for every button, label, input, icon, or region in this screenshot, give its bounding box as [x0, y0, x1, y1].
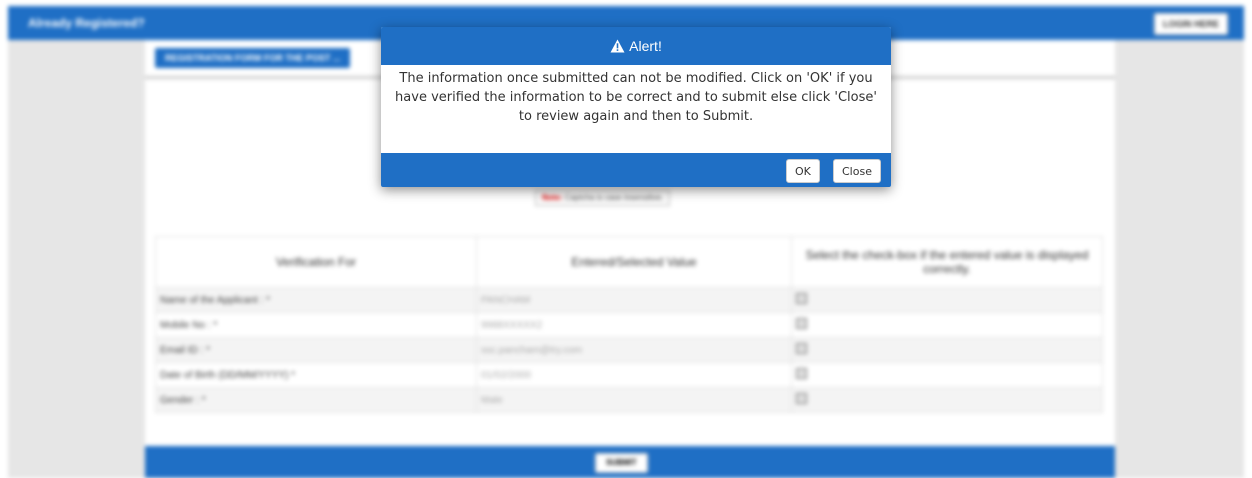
row-value: PANCHAM	[476, 287, 792, 313]
captcha-note: Note: Captcha is case insensitive.	[535, 190, 671, 206]
table-row: Email ID : * ssc.pancham@try.com	[155, 337, 1103, 363]
verify-checkbox[interactable]	[796, 318, 807, 329]
modal-title: Alert!	[629, 38, 662, 54]
ok-button[interactable]: OK	[786, 159, 820, 183]
table-header-row: Verification For Entered/Selected Value …	[155, 236, 1103, 288]
alert-modal: Alert! The information once submitted ca…	[381, 27, 891, 187]
verify-checkbox[interactable]	[796, 343, 807, 354]
captcha-note-label: Note:	[542, 193, 563, 202]
modal-message: The information once submitted can not b…	[395, 71, 877, 124]
submit-button[interactable]: SUBMIT	[595, 453, 648, 473]
row-label: Email ID : *	[155, 337, 477, 363]
registration-form-tab[interactable]: REGISTRATION FORM FOR THE POST ...	[155, 48, 351, 68]
row-label: Name of the Applicant : *	[155, 287, 477, 313]
row-value: 9988XXXXX2	[476, 312, 792, 338]
row-label: Gender : *	[155, 387, 477, 413]
submit-bar: SUBMIT	[145, 446, 1115, 478]
modal-header: Alert!	[381, 27, 891, 65]
row-value: 01/02/2000	[476, 362, 792, 388]
modal-footer: OK Close	[381, 153, 891, 187]
login-here-button[interactable]: LOGIN HERE	[1153, 13, 1228, 35]
table-row: Mobile No : * 9988XXXXX2	[155, 312, 1103, 338]
column-header: Verification For	[155, 236, 477, 288]
table-row: Name of the Applicant : * PANCHAM	[155, 287, 1103, 313]
warning-triangle-icon	[610, 39, 625, 53]
verify-checkbox[interactable]	[796, 368, 807, 379]
column-header: Select the check-box if the entered valu…	[791, 236, 1103, 288]
table-row: Date of Birth (DD/MM/YYYY) * 01/02/2000	[155, 362, 1103, 388]
verify-checkbox[interactable]	[796, 293, 807, 304]
table-row: Gender : * Male	[155, 387, 1103, 413]
row-value: Male	[476, 387, 792, 413]
captcha-note-text: Captcha is case insensitive.	[564, 193, 664, 202]
verify-checkbox[interactable]	[796, 393, 807, 404]
row-label: Mobile No : *	[155, 312, 477, 338]
row-value: ssc.pancham@try.com	[476, 337, 792, 363]
column-header: Entered/Selected Value	[476, 236, 792, 288]
verification-table: Verification For Entered/Selected Value …	[155, 236, 1103, 413]
close-button[interactable]: Close	[833, 159, 881, 183]
row-label: Date of Birth (DD/MM/YYYY) *	[155, 362, 477, 388]
already-registered-title: Already Registered?	[28, 16, 145, 30]
